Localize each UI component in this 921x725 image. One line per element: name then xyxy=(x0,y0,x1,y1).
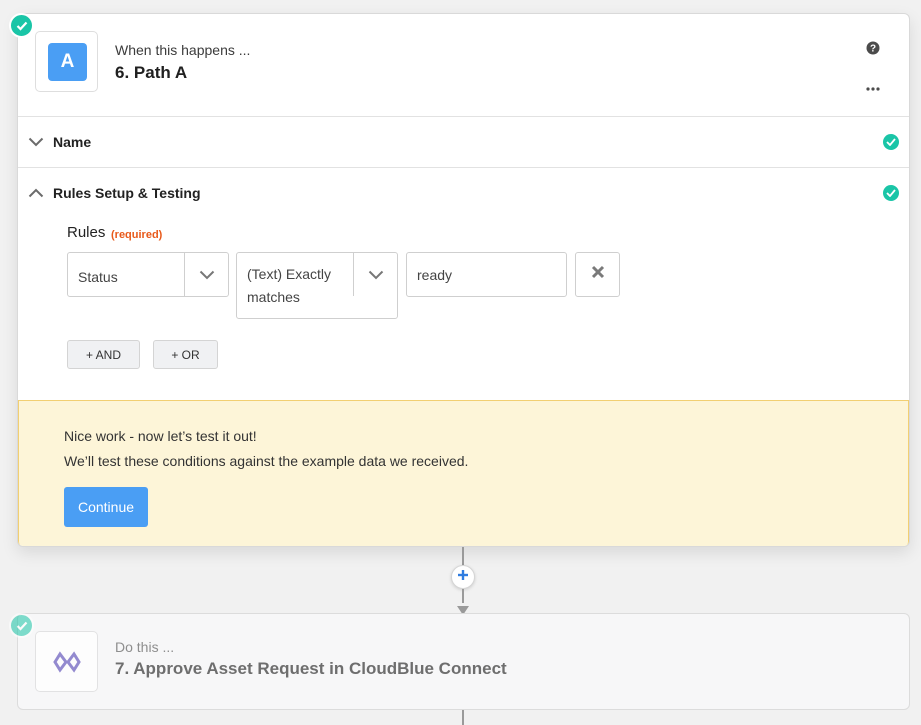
ellipsis-icon[interactable] xyxy=(866,78,880,96)
rule-field-value: Status xyxy=(78,269,118,285)
rules-heading: Rules xyxy=(67,224,106,241)
remove-rule-button[interactable] xyxy=(575,252,620,297)
check-circle-icon xyxy=(883,185,899,201)
question-circle-icon[interactable]: ? xyxy=(866,41,880,60)
cloudblue-connect-logo-icon xyxy=(53,650,81,679)
step-header[interactable]: A When this happens ... 6. Path A ? xyxy=(18,14,909,116)
chevron-down-icon[interactable] xyxy=(353,253,397,296)
step-complete-check-icon xyxy=(9,613,34,638)
section-rules-label: Rules Setup & Testing xyxy=(53,185,201,201)
step-card-approve-asset[interactable]: Do this ... 7. Approve Asset Request in … xyxy=(17,613,910,710)
chevron-down-icon[interactable] xyxy=(184,253,228,296)
step-complete-check-icon xyxy=(9,13,34,38)
rule-operator-select[interactable]: (Text) Exactly matches xyxy=(236,252,398,319)
path-app-icon: A xyxy=(48,43,87,81)
rule-field-select[interactable]: Status xyxy=(67,252,229,297)
plus-icon xyxy=(457,568,469,586)
close-icon xyxy=(591,265,605,284)
app-icon-box xyxy=(35,631,98,692)
continue-button[interactable]: Continue xyxy=(64,487,148,527)
chevron-up-icon[interactable] xyxy=(28,185,44,203)
step-title: 7. Approve Asset Request in CloudBlue Co… xyxy=(115,659,507,678)
rule-operator-value: (Text) Exactly matches xyxy=(247,266,332,305)
add-step-button[interactable] xyxy=(451,565,475,589)
connector-line xyxy=(462,547,464,565)
step-title: 6. Path A xyxy=(115,63,188,82)
notice-description: We’ll test these conditions against the … xyxy=(64,453,469,469)
required-tag: (required) xyxy=(111,229,163,241)
step-subtitle: Do this ... xyxy=(115,639,175,655)
app-icon-box: A xyxy=(35,31,98,92)
section-rules-setup[interactable]: Rules Setup & Testing xyxy=(18,167,909,218)
add-and-rule-button[interactable]: + AND xyxy=(67,340,140,369)
section-name[interactable]: Name xyxy=(18,116,909,167)
step-subtitle: When this happens ... xyxy=(115,42,251,58)
add-or-rule-button[interactable]: + OR xyxy=(153,340,218,369)
section-name-label: Name xyxy=(53,134,92,150)
test-notice: Nice work - now let’s test it out! We’ll… xyxy=(18,400,909,546)
check-circle-icon xyxy=(883,134,899,150)
rule-value-input[interactable] xyxy=(406,252,567,297)
svg-text:?: ? xyxy=(870,44,876,55)
step-card-path-a: A When this happens ... 6. Path A ? Name xyxy=(17,13,910,547)
connector-line xyxy=(462,589,464,603)
chevron-down-icon[interactable] xyxy=(28,134,44,152)
connector-line xyxy=(462,710,464,725)
notice-heading: Nice work - now let’s test it out! xyxy=(64,428,257,444)
